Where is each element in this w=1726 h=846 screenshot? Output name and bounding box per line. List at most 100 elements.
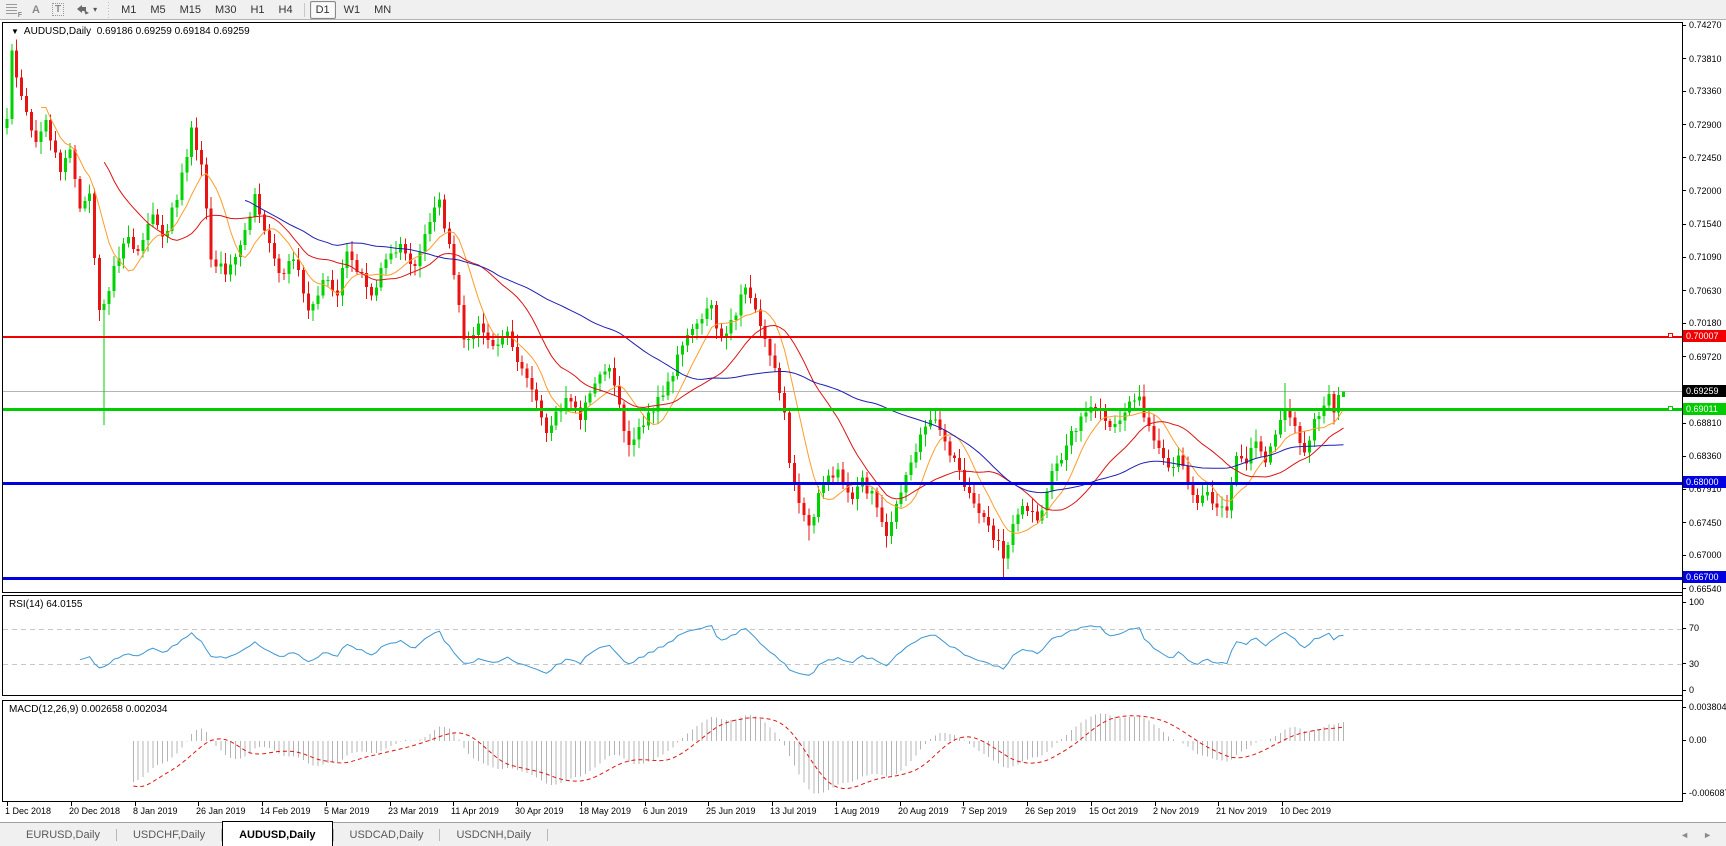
macd-signal-value: 0.002034 — [125, 704, 168, 715]
price-axis-tick — [1682, 455, 1686, 457]
rsi-axis-tick — [1682, 663, 1686, 665]
price-axis-label: 0.70630 — [1689, 285, 1722, 296]
pointer-tools-icon[interactable]: ▾ — [70, 2, 103, 18]
price-axis-label: 0.67000 — [1689, 550, 1722, 561]
date-axis-label: 1 Dec 2018 — [5, 806, 52, 816]
macd-value: 0.002658 — [81, 704, 123, 715]
macd-signal-line — [133, 715, 1344, 789]
price-axis-label: 0.73360 — [1689, 86, 1722, 97]
timeframe-button-m1[interactable]: M1 — [115, 1, 142, 19]
price-axis-label: 0.67450 — [1689, 517, 1722, 528]
timeframe-button-m30[interactable]: M30 — [209, 1, 242, 19]
macd-axis-tick — [1682, 706, 1686, 708]
chart-tabbar: EURUSD,Daily USDCHF,Daily AUDUSD,Daily USDC… — [0, 821, 1726, 846]
ohlc-high: 0.69259 — [135, 26, 172, 37]
price-axis-label: 0.70180 — [1689, 318, 1722, 329]
date-axis-label: 18 May 2019 — [579, 806, 632, 816]
tab-scroll-right-icon[interactable]: ► — [1703, 830, 1712, 840]
ohlc-low: 0.69184 — [174, 26, 211, 37]
rsi-value: 64.0155 — [46, 599, 83, 610]
macd-panel[interactable]: MACD(12,26,9) 0.002658 0.002034 — [2, 700, 1682, 802]
rsi-axis-tick — [1682, 601, 1686, 603]
timeframe-button-m5[interactable]: M5 — [144, 1, 171, 19]
date-axis-label: 20 Aug 2019 — [898, 806, 949, 816]
rsi-line — [79, 625, 1344, 676]
tab-scroll-left-icon[interactable]: ◄ — [1680, 830, 1689, 840]
date-axis-label: 5 Mar 2019 — [324, 806, 370, 816]
date-axis-label: 26 Sep 2019 — [1025, 806, 1077, 816]
text-box-icon[interactable]: T — [46, 2, 70, 18]
date-axis-label: 15 Oct 2019 — [1089, 806, 1139, 816]
toolbar-separator — [106, 1, 112, 18]
toolbar: F A T ▾ M1 M5 M15 M30 H1 H4 D1 W1 MN — [0, 0, 1726, 20]
price-axis-tick — [1682, 588, 1686, 590]
date-axis-label: 20 Dec 2018 — [69, 806, 121, 816]
collapse-icon[interactable]: ▼ — [11, 27, 19, 36]
price-axis-label: 0.72450 — [1689, 152, 1722, 163]
price-axis-label: 0.72000 — [1689, 185, 1722, 196]
tab-scroll-arrows: ◄ ► — [1680, 823, 1726, 846]
chevron-down-icon: ▾ — [93, 5, 98, 14]
moving-average-8 — [41, 106, 1344, 534]
price-axis-tick — [1682, 356, 1686, 358]
price-axis-label: 0.71090 — [1689, 252, 1722, 262]
main-chart-panel[interactable]: ▼ AUDUSD,Daily 0.69186 0.69259 0.69184 0.… — [2, 22, 1683, 593]
price-axis-tick — [1682, 223, 1686, 225]
chart-title: ▼ AUDUSD,Daily 0.69186 0.69259 0.69184 0.… — [11, 26, 250, 37]
date-axis-label: 25 Jun 2019 — [706, 806, 756, 816]
price-axis-box-0.69259: 0.69259 — [1683, 384, 1726, 397]
macd-axis-tick — [1682, 739, 1686, 741]
chart-tab-usdcad[interactable]: USDCAD,Daily — [334, 823, 440, 846]
ohlc-close: 0.69259 — [213, 26, 250, 37]
date-axis-label: 11 Apr 2019 — [451, 806, 499, 816]
rsi-axis-label: 70 — [1689, 623, 1700, 634]
date-axis: 1 Dec 2018 20 Dec 2018 8 Jan 2019 26 Jan 20… — [2, 802, 1682, 821]
timeframe-button-h4[interactable]: H4 — [273, 1, 299, 19]
price-axis-tick — [1682, 90, 1686, 92]
macd-axis-label: 0.003804 — [1689, 702, 1726, 712]
date-axis-label: 30 Apr 2019 — [515, 806, 564, 816]
price-axis-box-0.69011: 0.69011 — [1683, 402, 1726, 415]
date-axis-label: 23 Mar 2019 — [388, 806, 439, 816]
price-axis-tick — [1682, 256, 1686, 258]
rsi-axis-tick — [1682, 689, 1686, 691]
timeframe-button-d1[interactable]: D1 — [309, 0, 336, 19]
date-axis-label: 6 Jun 2019 — [643, 806, 688, 816]
line-marker — [1668, 333, 1673, 339]
price-axis-tick — [1682, 322, 1686, 324]
text-label-icon[interactable]: A — [26, 2, 46, 18]
chart-tab-usdchf[interactable]: USDCHF,Daily — [117, 823, 221, 846]
chart-tab-audusd[interactable]: AUDUSD,Daily — [222, 821, 333, 846]
pointer-arrows-glyph — [77, 4, 90, 14]
price-axis-tick — [1682, 190, 1686, 192]
fibo-grid-icon[interactable]: F — [0, 2, 26, 19]
price-axis-label: 0.73810 — [1689, 53, 1722, 64]
timeframe-button-h1[interactable]: H1 — [244, 1, 270, 19]
timeframe-button-w1[interactable]: W1 — [338, 1, 367, 19]
date-axis-label: 14 Feb 2019 — [260, 806, 311, 816]
line-marker — [1668, 405, 1673, 411]
symbol-label: AUDUSD,Daily — [23, 26, 92, 37]
rsi-panel[interactable]: RSI(14) 64.0155 — [2, 595, 1683, 696]
date-axis-label: 21 Nov 2019 — [1216, 806, 1268, 816]
price-axis-label: 0.66540 — [1689, 583, 1722, 594]
chart-tab-usdcnh[interactable]: USDCNH,Daily — [440, 823, 547, 846]
price-axis-tick — [1682, 554, 1686, 556]
price-axis-box-0.68000: 0.68000 — [1683, 476, 1726, 489]
timeframe-button-mn[interactable]: MN — [368, 1, 397, 19]
date-axis-label: 8 Jan 2019 — [133, 806, 178, 816]
price-axis-box-0.66700: 0.66700 — [1683, 571, 1726, 584]
price-axis-box-0.70007: 0.70007 — [1683, 330, 1726, 343]
price-axis-label: 0.74270 — [1689, 20, 1722, 30]
date-axis-label: 2 Nov 2019 — [1153, 806, 1200, 816]
rsi-axis-tick — [1682, 627, 1686, 629]
price-axis-tick — [1682, 522, 1686, 524]
date-axis-label: 26 Jan 2019 — [196, 806, 246, 816]
date-axis-label: 13 Jul 2019 — [770, 806, 817, 816]
timeframe-button-m15[interactable]: M15 — [174, 1, 207, 19]
price-axis-label: 0.68810 — [1689, 418, 1722, 429]
price-axis-tick — [1682, 24, 1686, 26]
price-axis-tick — [1682, 124, 1686, 126]
macd-chart-svg — [132, 713, 1344, 794]
chart-tab-eurusd[interactable]: EURUSD,Daily — [10, 823, 116, 846]
